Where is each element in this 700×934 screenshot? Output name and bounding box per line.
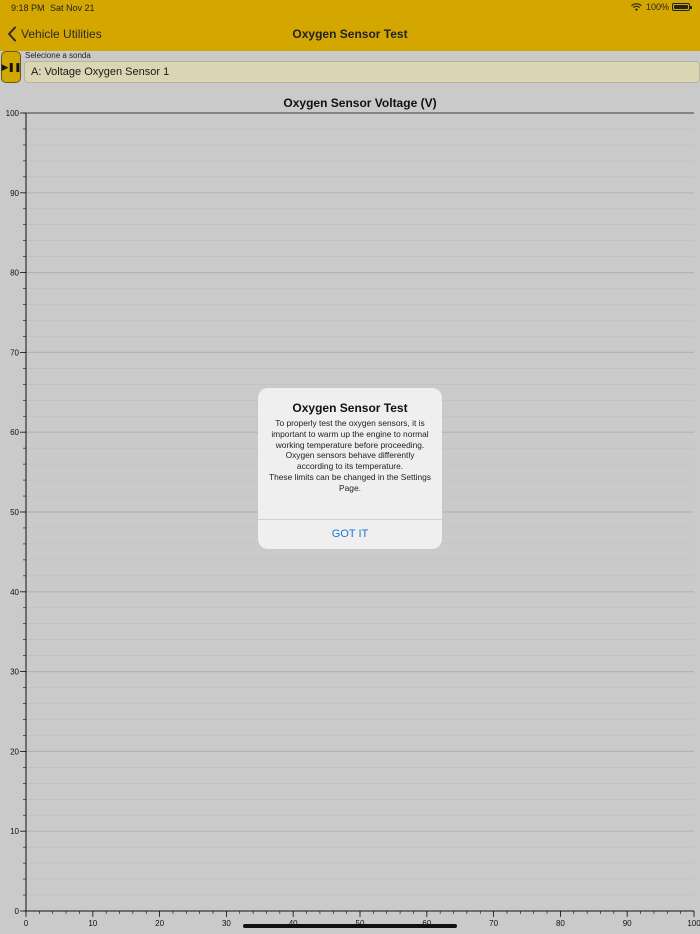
got-it-button[interactable]: GOT IT xyxy=(258,520,442,549)
y-tick-label: 90 xyxy=(10,189,19,198)
x-tick-label: 10 xyxy=(88,919,97,928)
x-tick-label: 80 xyxy=(556,919,565,928)
x-tick-label: 90 xyxy=(623,919,632,928)
alert-message: To properly test the oxygen sensors, it … xyxy=(258,415,442,494)
home-indicator xyxy=(243,924,457,928)
x-tick-label: 30 xyxy=(222,919,231,928)
y-tick-label: 60 xyxy=(10,428,19,437)
alert-dialog: Oxygen Sensor Test To properly test the … xyxy=(258,388,442,549)
y-tick-label: 10 xyxy=(10,827,19,836)
y-tick-label: 20 xyxy=(10,747,19,756)
y-tick-label: 40 xyxy=(10,588,19,597)
alert-message-line: To properly test the oxygen sensors, it … xyxy=(271,418,429,472)
alert-message-line: These limits can be changed in the Setti… xyxy=(268,471,431,493)
x-tick-label: 0 xyxy=(24,919,29,928)
y-tick-label: 50 xyxy=(10,508,19,517)
x-tick-label: 100 xyxy=(687,919,700,928)
x-tick-label: 70 xyxy=(489,919,498,928)
y-tick-label: 70 xyxy=(10,348,19,357)
y-tick-label: 100 xyxy=(6,109,20,118)
alert-title: Oxygen Sensor Test xyxy=(292,401,408,415)
y-tick-label: 0 xyxy=(15,907,20,916)
y-tick-label: 80 xyxy=(10,269,19,278)
y-tick-label: 30 xyxy=(10,668,19,677)
x-tick-label: 20 xyxy=(155,919,164,928)
